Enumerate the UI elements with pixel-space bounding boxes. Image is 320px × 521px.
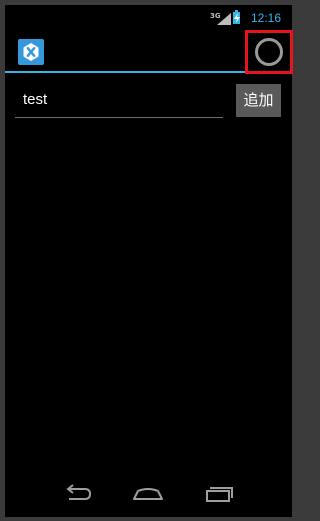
device-screen: 3G 12:16 test 追加	[5, 5, 293, 517]
home-button[interactable]	[130, 479, 166, 507]
back-button[interactable]	[59, 479, 95, 507]
action-bar	[5, 25, 293, 74]
item-text-field[interactable]: test	[15, 87, 223, 118]
signal-icon	[217, 13, 231, 25]
progress-spinner-icon	[255, 38, 283, 66]
back-icon	[66, 484, 92, 500]
recents-button[interactable]	[201, 479, 237, 507]
add-button[interactable]: 追加	[236, 84, 281, 117]
recents-icon	[206, 487, 233, 502]
home-icon	[133, 488, 163, 500]
item-text-value: test	[23, 91, 48, 108]
charging-bolt-icon	[234, 13, 240, 23]
xamarin-logo-icon	[18, 39, 44, 65]
navigation-bar	[5, 469, 292, 517]
refresh-highlight-box[interactable]	[245, 30, 293, 74]
status-bar: 3G 12:16	[5, 5, 292, 25]
status-clock: 12:16	[251, 11, 282, 25]
